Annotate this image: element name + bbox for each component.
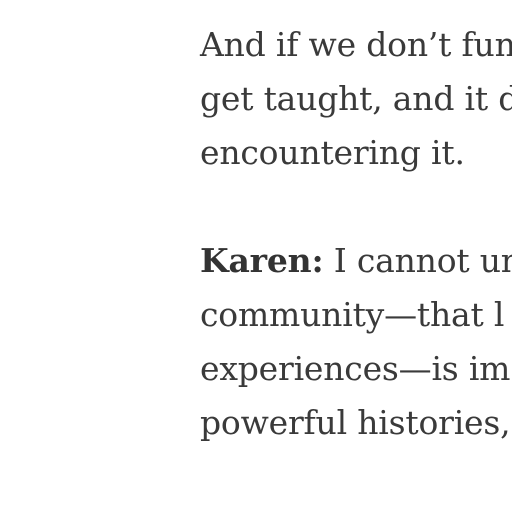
text-line: Karen: I cannot unc	[200, 234, 512, 288]
speaker-label: Karen:	[200, 241, 324, 280]
page: And if we don’t fun get taught, and it d…	[0, 0, 512, 512]
text-line: community—that l	[200, 295, 505, 334]
text-line: encountering it.	[200, 133, 465, 172]
interview-paragraph: Karen: I cannot unc community—that l exp…	[200, 234, 512, 450]
article-body: And if we don’t fun get taught, and it d…	[200, 18, 512, 450]
text-line: experiences—is im	[200, 349, 511, 388]
text-line: get taught, and it d	[200, 79, 512, 118]
text-line: And if we don’t fun	[200, 25, 512, 64]
text-fragment: I cannot unc	[333, 241, 512, 280]
text-line: powerful histories,	[200, 403, 511, 442]
paragraph: And if we don’t fun get taught, and it d…	[200, 18, 512, 180]
